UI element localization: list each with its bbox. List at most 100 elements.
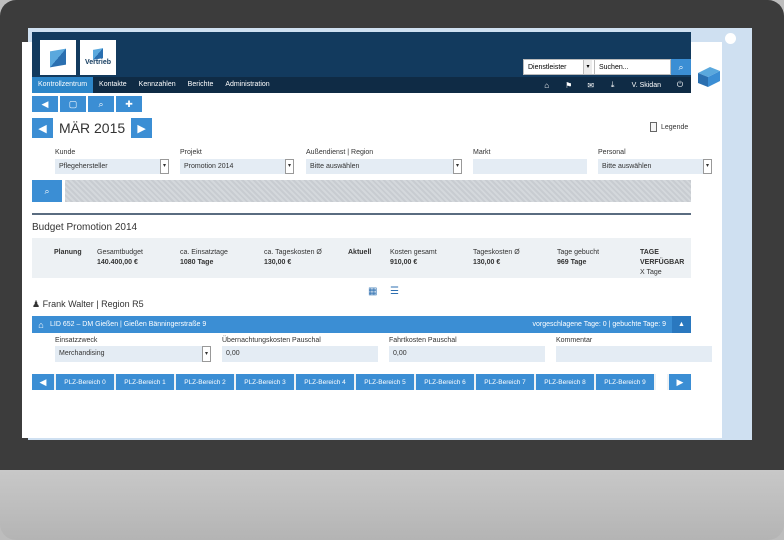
- list-view-icon[interactable]: ☰: [390, 286, 399, 297]
- kommentar-input[interactable]: [556, 346, 712, 362]
- einsatzzweck-select[interactable]: Merchandising ▾: [55, 346, 211, 362]
- plz-tab-bar: ◀ PLZ-Bereich 0 PLZ-Bereich 1 PLZ-Bereic…: [32, 374, 691, 390]
- kosten-label: Kosten gesamt: [390, 249, 437, 256]
- user-icon: ♟: [32, 299, 41, 309]
- search-icon: ⌕: [98, 98, 104, 109]
- section-divider: [32, 213, 691, 215]
- main-nav: Kontrollzentrum Kontakte Kennzahlen Beri…: [32, 77, 691, 93]
- nav-item-kontrollzentrum[interactable]: Kontrollzentrum: [32, 77, 94, 93]
- current-month: MÄR 2015: [59, 120, 126, 136]
- announce-button[interactable]: ◀: [32, 96, 58, 112]
- search-input[interactable]: Suchen...: [595, 59, 671, 75]
- cube-logo-icon: [93, 48, 103, 60]
- person-heading: ♟ Frank Walter | Region R5: [32, 299, 144, 310]
- plz-tab-spacer: [656, 374, 667, 390]
- vertrieb-logo[interactable]: Vertrieb: [80, 40, 116, 75]
- cube-logo-icon: [50, 48, 66, 67]
- plz-next-button[interactable]: ▶: [669, 374, 691, 390]
- budget-planung: Planung: [54, 248, 82, 258]
- filter-personal-value: Bitte auswählen: [602, 163, 652, 170]
- uebernachtung-label: Übernachtungskosten Pauschal: [222, 337, 321, 344]
- gesamtbudget-label: Gesamtbudget: [97, 249, 143, 256]
- filter-aussendienst-label: Außendienst | Region: [306, 149, 374, 156]
- window-dot-icon[interactable]: [725, 33, 736, 44]
- tab-plz-8[interactable]: PLZ-Bereich 8: [536, 374, 594, 390]
- tab-plz-0[interactable]: PLZ-Bereich 0: [56, 374, 114, 390]
- lid-bar[interactable]: ⌂ LID 652 – DM Gießen | Gießen Bänninger…: [32, 316, 691, 333]
- app-logo[interactable]: [40, 40, 76, 75]
- filter-markt-label: Markt: [473, 149, 491, 156]
- lid-title: LID 652 – DM Gießen | Gießen Bänningerst…: [50, 321, 207, 328]
- search-icon: ⌕: [678, 61, 684, 72]
- uebernachtung-input[interactable]: 0,00: [222, 346, 378, 362]
- chevron-down-icon: ▾: [160, 159, 169, 174]
- einsatzzweck-label: Einsatzzweck: [55, 337, 98, 344]
- budget-tageskosten-aktuell: Tageskosten Ø 130,00 €: [473, 248, 520, 268]
- arrow-left-icon: ◀: [39, 376, 47, 387]
- planung-label: Planung: [54, 249, 82, 256]
- collapse-button[interactable]: ▲: [672, 316, 691, 333]
- gebucht-label: Tage gebucht: [557, 249, 600, 256]
- grid-view-icon[interactable]: ▦: [368, 286, 377, 297]
- add-button[interactable]: ✚: [116, 96, 142, 112]
- search-category-select[interactable]: Dienstleister ▾: [523, 59, 595, 75]
- document-icon: [650, 122, 657, 132]
- zoom-button[interactable]: ⌕: [88, 96, 114, 112]
- filter-markt-input[interactable]: [473, 159, 587, 174]
- fahrtkosten-label: Fahrtkosten Pauschal: [389, 337, 457, 344]
- legend-link[interactable]: Legende: [650, 122, 688, 132]
- tab-plz-7[interactable]: PLZ-Bereich 7: [476, 374, 534, 390]
- nav-icons: ⌂ ⚑ ✉ ⤓ V. Skidan ⏻: [536, 77, 691, 93]
- prev-month-button[interactable]: ◀: [32, 118, 53, 138]
- monitor-stand: [0, 470, 784, 540]
- search-button[interactable]: ⌕: [671, 59, 691, 75]
- tab-plz-5[interactable]: PLZ-Bereich 5: [356, 374, 414, 390]
- einsatztage-label: ca. Einsatztage: [180, 249, 228, 256]
- home-icon: ⌂: [38, 319, 44, 330]
- search-icon: ⌕: [44, 185, 50, 196]
- tab-plz-2[interactable]: PLZ-Bereich 2: [176, 374, 234, 390]
- tab-plz-6[interactable]: PLZ-Bereich 6: [416, 374, 474, 390]
- nav-item-kennzahlen[interactable]: Kennzahlen: [133, 77, 182, 93]
- budget-gebucht: Tage gebucht 969 Tage: [557, 248, 599, 268]
- filter-kunde-label: Kunde: [55, 149, 76, 156]
- tab-plz-3[interactable]: PLZ-Bereich 3: [236, 374, 294, 390]
- budget-kosten: Kosten gesamt 910,00 €: [390, 248, 437, 268]
- toolbar: ◀ ▢ ⌕ ✚: [32, 96, 142, 112]
- filter-aussendienst-select[interactable]: Bitte auswählen ▾: [306, 159, 462, 174]
- nav-item-kontakte[interactable]: Kontakte: [93, 77, 133, 93]
- user-name[interactable]: V. Skidan: [624, 82, 669, 89]
- filter-search-button[interactable]: ⌕: [32, 180, 62, 202]
- filter-projekt-select[interactable]: Promotion 2014 ▾: [180, 159, 294, 174]
- filter-personal-select[interactable]: Bitte auswählen ▾: [598, 159, 712, 174]
- home-icon[interactable]: ⌂: [536, 81, 558, 90]
- lid-days: vorgeschlagene Tage: 0 | gebuchte Tage: …: [532, 321, 667, 328]
- filter-results-area: [65, 180, 691, 202]
- nav-item-administration[interactable]: Administration: [219, 77, 275, 93]
- tab-plz-4[interactable]: PLZ-Bereich 4: [296, 374, 354, 390]
- plz-prev-button[interactable]: ◀: [32, 374, 54, 390]
- verfuegbar-label: TAGE VERFÜGBAR: [640, 249, 685, 266]
- arrow-right-icon: ▶: [676, 376, 684, 387]
- flag-icon[interactable]: ⚑: [558, 81, 580, 90]
- tab-plz-1[interactable]: PLZ-Bereich 1: [116, 374, 174, 390]
- filter-search-bar: ⌕: [32, 180, 691, 202]
- budget-panel: Planung Gesamtbudget 140.400,00 € ca. Ei…: [32, 238, 691, 278]
- vertrieb-label: Vertrieb: [84, 59, 112, 66]
- crop-button[interactable]: ▢: [60, 96, 86, 112]
- einsatztage-value: 1080 Tage: [180, 259, 214, 266]
- power-icon[interactable]: ⏻: [669, 80, 691, 90]
- gesamtbudget-value: 140.400,00 €: [97, 259, 138, 266]
- next-month-button[interactable]: ▶: [131, 118, 153, 138]
- mail-icon[interactable]: ✉: [580, 81, 602, 90]
- megaphone-icon: ◀: [41, 98, 49, 109]
- top-search: Dienstleister ▾ Suchen... ⌕: [523, 59, 691, 75]
- download-icon[interactable]: ⤓: [602, 80, 624, 90]
- tab-plz-9[interactable]: PLZ-Bereich 9: [596, 374, 654, 390]
- nav-item-berichte[interactable]: Berichte: [182, 77, 220, 93]
- budget-tageskosten: ca. Tageskosten Ø 130,00 €: [264, 248, 322, 268]
- tageskosten-aktuell-label: Tageskosten Ø: [473, 249, 520, 256]
- fahrtkosten-input[interactable]: 0,00: [389, 346, 545, 362]
- filter-kunde-select[interactable]: Pflegehersteller ▾: [55, 159, 169, 174]
- app-header: Vertrieb Dienstleister ▾ Suchen... ⌕: [32, 32, 691, 77]
